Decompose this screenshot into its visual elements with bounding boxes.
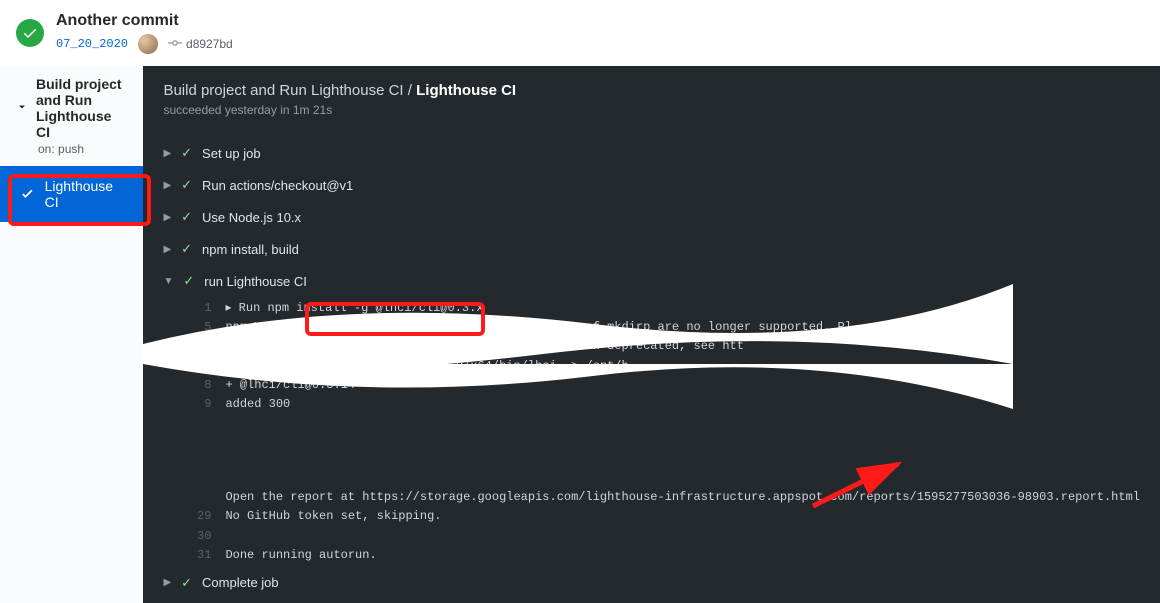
- step-complete-job[interactable]: ▶✓Complete job: [143, 567, 1160, 599]
- commit-sha[interactable]: d8927bd: [168, 36, 233, 53]
- steps-list: ▶✓Set up job ▶✓Run actions/checkout@v1 ▶…: [143, 133, 1160, 603]
- commit-header: Another commit 07_20_2020 d8927bd: [0, 0, 1160, 66]
- log-line: 29No GitHub token set, skipping.: [183, 507, 1140, 526]
- caret-right-icon: ▶: [163, 577, 171, 588]
- status-state: succeeded: [163, 103, 221, 117]
- avatar[interactable]: [138, 34, 158, 54]
- check-icon: ✓: [181, 241, 192, 257]
- log-line: 9added 300: [183, 395, 1140, 414]
- breadcrumb-parent: Build project and Run Lighthouse CI: [163, 82, 403, 99]
- caret-right-icon: ▶: [163, 148, 171, 159]
- status-duration: 1m 21s: [293, 103, 332, 117]
- commit-info: Another commit 07_20_2020 d8927bd: [56, 12, 233, 54]
- step-npm-install[interactable]: ▶✓npm install, build: [143, 233, 1160, 265]
- log-line: 7/opt/hostedtoolcache/node/10.21.0/x64/b…: [183, 357, 1140, 376]
- caret-right-icon: ▶: [163, 180, 171, 191]
- log-output-bottom: Open the report at https://storage.googl…: [143, 486, 1160, 567]
- chevron-down-icon: [16, 100, 28, 116]
- log-line: 1▸ Run npm install -g @lhci/cli@0.3.x: [183, 299, 1140, 318]
- caret-down-icon: ▼: [163, 276, 173, 287]
- step-setup-job[interactable]: ▶✓Set up job: [143, 137, 1160, 169]
- check-icon: [20, 186, 35, 202]
- log-line: 30: [183, 527, 1140, 546]
- layout: Build project and Run Lighthouse CI on: …: [0, 66, 1160, 603]
- main-panel: Build project and Run Lighthouse CI / Li…: [143, 66, 1160, 603]
- log-output-top: 1▸ Run npm install -g @lhci/cli@0.3.x 5n…: [143, 297, 1160, 416]
- main-header: Build project and Run Lighthouse CI / Li…: [143, 66, 1160, 133]
- check-icon: ✓: [181, 177, 192, 193]
- sha-text: d8927bd: [186, 37, 233, 51]
- status-when: yesterday: [225, 103, 277, 117]
- breadcrumb: Build project and Run Lighthouse CI / Li…: [163, 82, 1140, 99]
- commit-icon: [168, 36, 182, 53]
- log-line: 8+ @lhci/cli@0.3.14: [183, 376, 1140, 395]
- sidebar: Build project and Run Lighthouse CI on: …: [0, 66, 143, 603]
- caret-right-icon: ▶: [163, 212, 171, 223]
- status-line: succeeded yesterday in 1m 21s: [163, 103, 1140, 117]
- job-item-lighthouse[interactable]: Lighthouse CI: [0, 166, 143, 222]
- workflow-item[interactable]: Build project and Run Lighthouse CI on: …: [0, 66, 143, 166]
- log-line: 6npm WARN deprecated request@2.88.2: req…: [183, 337, 1140, 356]
- commit-title: Another commit: [56, 12, 233, 30]
- check-icon: ✓: [181, 575, 192, 591]
- log-line: Open the report at https://storage.googl…: [183, 488, 1140, 507]
- branch-name[interactable]: 07_20_2020: [56, 37, 128, 51]
- check-icon: ✓: [181, 209, 192, 225]
- check-icon: ✓: [181, 145, 192, 161]
- workflow-trigger: on: push: [38, 142, 127, 156]
- step-run-lighthouse[interactable]: ▼✓run Lighthouse CI: [143, 265, 1160, 297]
- step-node[interactable]: ▶✓Use Node.js 10.x: [143, 201, 1160, 233]
- log-line: 5npm WARN deprecated mkdirp@0.5.1: Legac…: [183, 318, 1140, 337]
- step-checkout[interactable]: ▶✓Run actions/checkout@v1: [143, 169, 1160, 201]
- workflow-title: Build project and Run Lighthouse CI: [36, 76, 127, 140]
- commit-meta: 07_20_2020 d8927bd: [56, 34, 233, 54]
- caret-right-icon: ▶: [163, 244, 171, 255]
- check-icon: ✓: [183, 273, 194, 289]
- breadcrumb-current: Lighthouse CI: [416, 82, 516, 99]
- job-label: Lighthouse CI: [45, 178, 124, 210]
- log-line: 31Done running autorun.: [183, 546, 1140, 565]
- success-check-icon: [16, 19, 44, 47]
